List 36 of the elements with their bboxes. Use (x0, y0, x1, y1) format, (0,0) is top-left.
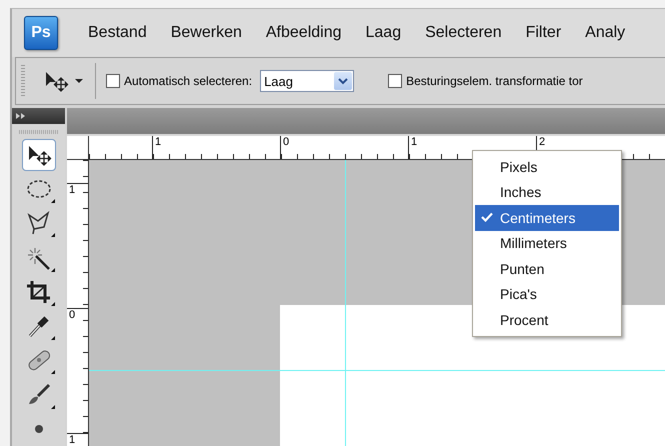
ruler-label: 1 (67, 183, 88, 308)
polygon-lasso-icon (26, 211, 52, 236)
checkbox[interactable] (388, 74, 402, 88)
move-tool-icon (43, 70, 69, 92)
crop-icon (26, 280, 52, 304)
chevron-down-icon (338, 78, 348, 84)
checkbox-label: Besturingselem. transformatie tor (406, 74, 583, 88)
menu-option[interactable]: Procent (475, 307, 619, 332)
ruler-label: 1 (67, 433, 88, 446)
menu-item[interactable]: Afbeelding (254, 24, 354, 42)
menu-item[interactable]: Bewerken (158, 24, 254, 42)
menu-item[interactable]: Laag (354, 24, 414, 42)
checkmark-icon (481, 212, 493, 222)
ruler-label: 0 (280, 136, 408, 159)
ellipse-marquee-icon (26, 178, 52, 200)
expand-icon[interactable] (16, 112, 26, 119)
tool-preset-picker[interactable] (43, 70, 83, 92)
ruler-origin[interactable] (67, 136, 89, 160)
tool-button[interactable] (22, 138, 56, 171)
menu-item[interactable]: Bestand (76, 24, 159, 42)
menu-option[interactable]: Millimeters (475, 230, 619, 256)
checkbox[interactable] (106, 74, 120, 88)
vertical-ruler[interactable]: 1 0 1 (67, 160, 89, 446)
menu-option[interactable]: Punten (475, 256, 619, 282)
menu-option[interactable]: Pica's (475, 282, 619, 307)
magic-wand-icon (26, 246, 52, 270)
ruler-label: 0 (67, 308, 88, 433)
dropdown[interactable]: Laag (260, 70, 354, 92)
menu-option[interactable]: Inches (475, 180, 619, 205)
menu-option[interactable]: Centimeters (475, 205, 619, 230)
app-logo[interactable]: Ps (24, 16, 58, 50)
menu-item[interactable]: Analy (573, 24, 638, 42)
checkbox-label: Automatisch selecteren: (124, 74, 252, 88)
menu-item[interactable]: Filter (514, 24, 574, 42)
menu-item[interactable]: Selecteren (413, 24, 514, 42)
ruler-label: 1 (152, 136, 280, 159)
